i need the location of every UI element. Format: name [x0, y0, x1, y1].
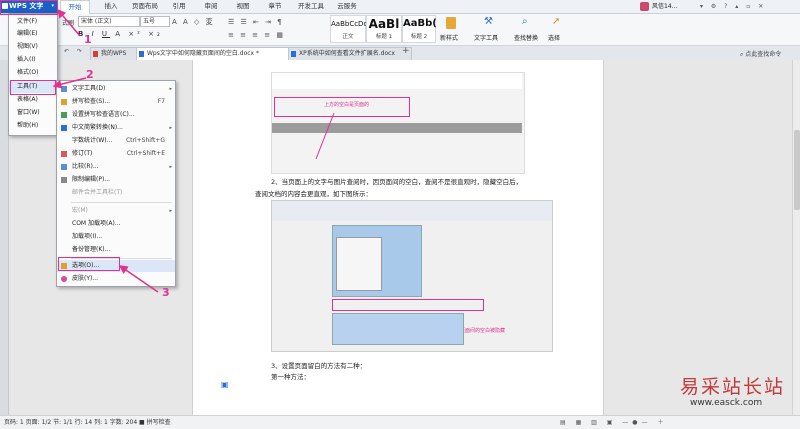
annotation-arrows [52, 8, 159, 293]
annotation-number-3: 3 [162, 286, 170, 299]
watermark-url: www.easck.com [690, 398, 763, 408]
annotation-number-2: 2 [86, 68, 94, 81]
annotation-number-1: 1 [84, 33, 92, 46]
watermark-cn: 易采站长站 [680, 376, 786, 398]
